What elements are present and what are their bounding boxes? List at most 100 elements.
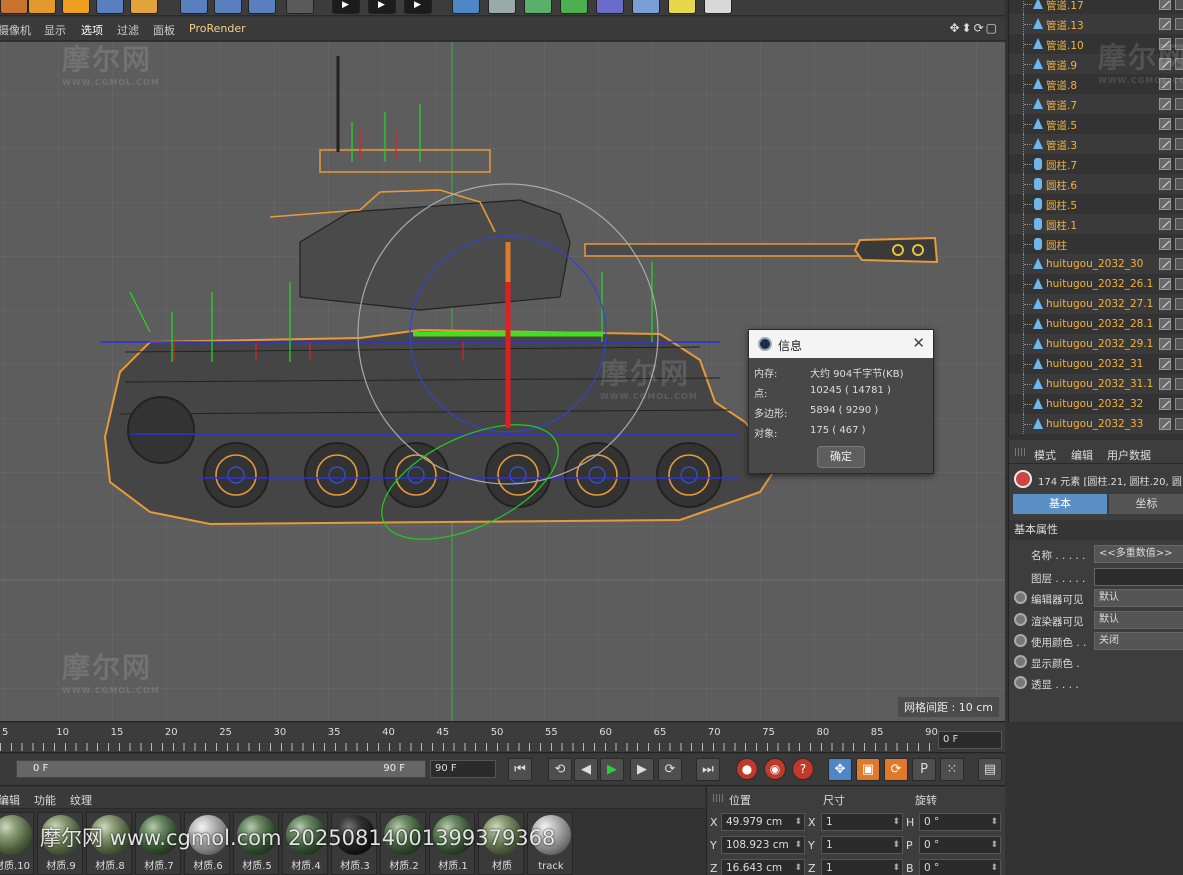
- previous-frame-icon[interactable]: ◀: [574, 758, 598, 781]
- param-key-icon[interactable]: P: [912, 758, 936, 781]
- visibility-toggle[interactable]: [1159, 358, 1171, 370]
- object-list-item[interactable]: 管道.5: [1009, 114, 1183, 134]
- viewport-menu-camera[interactable]: 摄像机: [0, 22, 31, 38]
- object-name[interactable]: 管道.17: [1046, 0, 1084, 13]
- object-name[interactable]: huitugou_2032_27.1: [1046, 298, 1153, 310]
- tag-slot[interactable]: [1175, 18, 1183, 30]
- object-name[interactable]: 圆柱.1: [1046, 218, 1077, 233]
- tag-slot[interactable]: [1175, 418, 1183, 430]
- object-name[interactable]: 管道.8: [1046, 78, 1077, 93]
- animate-radio[interactable]: [1014, 591, 1027, 604]
- help-icon[interactable]: ?: [792, 758, 814, 780]
- object-name[interactable]: 圆柱.5: [1046, 198, 1077, 213]
- cube-icon[interactable]: [452, 0, 480, 14]
- next-frame-icon[interactable]: ▶: [630, 758, 654, 781]
- attr-menu-mode[interactable]: 模式: [1034, 447, 1056, 463]
- tag-slot[interactable]: [1175, 238, 1183, 250]
- object-list-item[interactable]: huitugou_2032_28.1: [1009, 314, 1183, 334]
- record-icon[interactable]: ●: [736, 758, 758, 780]
- object-list-item[interactable]: huitugou_2032_31.1: [1009, 374, 1183, 394]
- object-list-item[interactable]: 圆柱: [1009, 234, 1183, 254]
- toolbar-tool-button[interactable]: [180, 0, 208, 14]
- toolbar-tool-button[interactable]: [596, 0, 624, 14]
- object-name[interactable]: 管道.5: [1046, 118, 1077, 133]
- tag-slot[interactable]: [1175, 0, 1183, 10]
- scale-key-icon[interactable]: ▣: [856, 758, 880, 781]
- current-frame-field[interactable]: 0 F: [938, 731, 1002, 749]
- visibility-toggle[interactable]: [1159, 0, 1171, 10]
- tag-slot[interactable]: [1175, 258, 1183, 270]
- previous-keyframe-icon[interactable]: ⟲: [548, 758, 572, 781]
- viewport-nav-icons[interactable]: ✥⬍⟳▢: [949, 21, 999, 35]
- visibility-toggle[interactable]: [1159, 338, 1171, 350]
- visibility-toggle[interactable]: [1159, 298, 1171, 310]
- visibility-toggle[interactable]: [1159, 258, 1171, 270]
- visibility-toggle[interactable]: [1159, 98, 1171, 110]
- object-name[interactable]: 圆柱.7: [1046, 158, 1077, 173]
- viewport-menu-filter[interactable]: 过滤: [117, 22, 139, 38]
- size-field[interactable]: 1: [821, 836, 903, 854]
- object-list-item[interactable]: 圆柱.6: [1009, 174, 1183, 194]
- close-icon[interactable]: ✕: [912, 334, 925, 352]
- animate-radio[interactable]: [1014, 676, 1027, 689]
- tag-slot[interactable]: [1175, 358, 1183, 370]
- object-name[interactable]: huitugou_2032_26.1: [1046, 278, 1153, 290]
- object-name[interactable]: huitugou_2032_31.1: [1046, 378, 1153, 390]
- object-list-item[interactable]: huitugou_2032_32: [1009, 394, 1183, 414]
- object-name[interactable]: huitugou_2032_30: [1046, 258, 1143, 270]
- material-swatch[interactable]: 材质.10: [0, 812, 34, 875]
- tag-slot[interactable]: [1175, 118, 1183, 130]
- object-name[interactable]: 圆柱: [1046, 238, 1067, 253]
- visibility-toggle[interactable]: [1159, 18, 1171, 30]
- object-list-item[interactable]: 管道.13: [1009, 14, 1183, 34]
- tag-slot[interactable]: [1175, 318, 1183, 330]
- object-list-item[interactable]: huitugou_2032_26.1: [1009, 274, 1183, 294]
- animate-radio[interactable]: [1014, 613, 1027, 626]
- object-list-item[interactable]: huitugou_2032_31: [1009, 354, 1183, 374]
- timeline[interactable]: 0 F 5 10 15 20 25 30 35 40 45 50 55 60 65 70 75 80 85 90: [0, 723, 1005, 753]
- visibility-toggle[interactable]: [1159, 318, 1171, 330]
- visibility-toggle[interactable]: [1159, 178, 1171, 190]
- toolbar-tool-button[interactable]: [96, 0, 124, 14]
- object-name[interactable]: huitugou_2032_31: [1046, 358, 1143, 370]
- attribute-field[interactable]: <<多重数值>>: [1094, 545, 1183, 563]
- autokey-icon[interactable]: ◉: [764, 758, 786, 780]
- animate-radio[interactable]: [1014, 634, 1027, 647]
- object-name[interactable]: 管道.7: [1046, 98, 1077, 113]
- point-level-icon[interactable]: ⁙: [940, 758, 964, 781]
- object-list-item[interactable]: 管道.17: [1009, 0, 1183, 14]
- tag-slot[interactable]: [1175, 198, 1183, 210]
- object-name[interactable]: 圆柱.6: [1046, 178, 1077, 193]
- light-icon[interactable]: [704, 0, 732, 14]
- attribute-field[interactable]: 默认: [1094, 589, 1183, 607]
- render-view-button[interactable]: [332, 0, 360, 14]
- tag-slot[interactable]: [1175, 158, 1183, 170]
- size-field[interactable]: 1: [821, 813, 903, 831]
- tag-slot[interactable]: [1175, 278, 1183, 290]
- object-list-item[interactable]: 管道.3: [1009, 134, 1183, 154]
- object-list-item[interactable]: 圆柱.7: [1009, 154, 1183, 174]
- object-name[interactable]: huitugou_2032_32: [1046, 398, 1143, 410]
- visibility-toggle[interactable]: [1159, 418, 1171, 430]
- animate-radio[interactable]: [1014, 655, 1027, 668]
- tag-slot[interactable]: [1175, 218, 1183, 230]
- move-key-icon[interactable]: ✥: [828, 758, 852, 781]
- tab-coordinates[interactable]: 坐标: [1109, 494, 1183, 514]
- attribute-field[interactable]: 默认: [1094, 611, 1183, 629]
- play-icon[interactable]: ▶: [600, 758, 624, 781]
- toolbar-tool-button[interactable]: [524, 0, 552, 14]
- visibility-toggle[interactable]: [1159, 158, 1171, 170]
- object-name[interactable]: 管道.3: [1046, 138, 1077, 153]
- attribute-field[interactable]: 关闭: [1094, 632, 1183, 650]
- object-list-item[interactable]: huitugou_2032_30: [1009, 254, 1183, 274]
- next-keyframe-icon[interactable]: ⟳: [658, 758, 682, 781]
- go-to-end-icon[interactable]: ⏭: [696, 758, 720, 781]
- timeline-ruler[interactable]: [0, 743, 935, 751]
- visibility-toggle[interactable]: [1159, 218, 1171, 230]
- attr-menu-edit[interactable]: 编辑: [1071, 447, 1093, 463]
- visibility-toggle[interactable]: [1159, 378, 1171, 390]
- tag-slot[interactable]: [1175, 398, 1183, 410]
- rotation-field[interactable]: 0 °: [919, 836, 1001, 854]
- ok-button[interactable]: 确定: [817, 446, 865, 468]
- object-list-item[interactable]: 圆柱.1: [1009, 214, 1183, 234]
